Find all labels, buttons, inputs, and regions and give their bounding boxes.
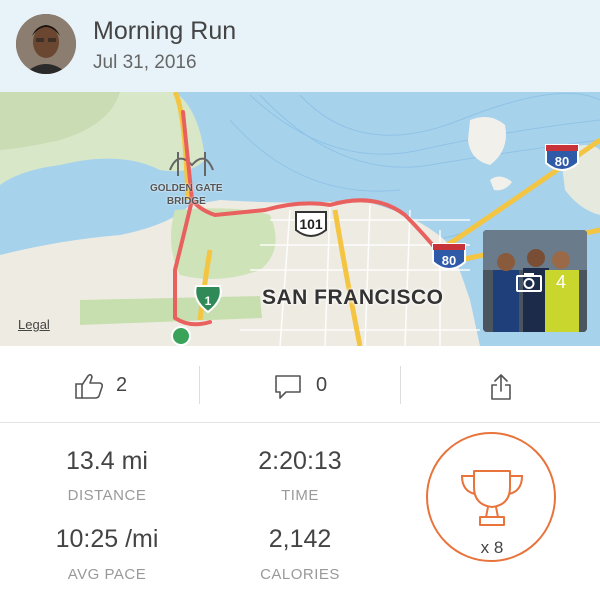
svg-text:80: 80 [555, 154, 569, 169]
activity-title: Morning Run [93, 17, 237, 45]
highway-shield-80: 80 [432, 243, 466, 270]
city-label: SAN FRANCISCO [262, 286, 444, 309]
highway-shield-80-east: 80 [545, 144, 579, 171]
avatar[interactable] [16, 14, 76, 74]
trophy-icon [460, 470, 524, 526]
svg-text:80: 80 [442, 253, 456, 268]
thumbs-up-icon[interactable] [74, 372, 104, 400]
time-value: 2:20:13 [258, 447, 342, 475]
time-label: TIME [281, 487, 319, 504]
distance-label: DISTANCE [67, 487, 147, 504]
achievement-count: x 8 [480, 538, 504, 557]
divider [199, 366, 200, 404]
activity-header: Morning Run Jul 31, 2016 [0, 0, 600, 92]
calories-label: CALORIES [260, 566, 340, 583]
start-marker [171, 326, 191, 346]
comment-icon[interactable] [274, 374, 302, 400]
landmark-label: GOLDEN GATE BRIDGE [150, 182, 223, 208]
svg-text:1: 1 [205, 294, 212, 308]
camera-icon [516, 273, 542, 292]
kudos-count[interactable]: 2 [116, 374, 127, 397]
legal-link[interactable]: Legal [18, 317, 50, 332]
landmark-label-line1: GOLDEN GATE [150, 183, 223, 194]
pace-value: 10:25 /mi [55, 525, 159, 553]
divider [400, 366, 401, 404]
highway-shield-101: 101 [295, 211, 327, 237]
pace-label: AVG PACE [67, 566, 147, 583]
distance-value: 13.4 mi [66, 447, 148, 475]
activity-date: Jul 31, 2016 [93, 52, 197, 73]
share-icon[interactable] [490, 373, 512, 401]
avatar-image [16, 14, 76, 74]
comment-count[interactable]: 0 [316, 374, 327, 397]
landmark-label-line2: BRIDGE [166, 196, 206, 207]
photo-count: 4 [556, 272, 567, 292]
calories-value: 2,142 [268, 525, 332, 553]
svg-text:101: 101 [299, 216, 323, 232]
